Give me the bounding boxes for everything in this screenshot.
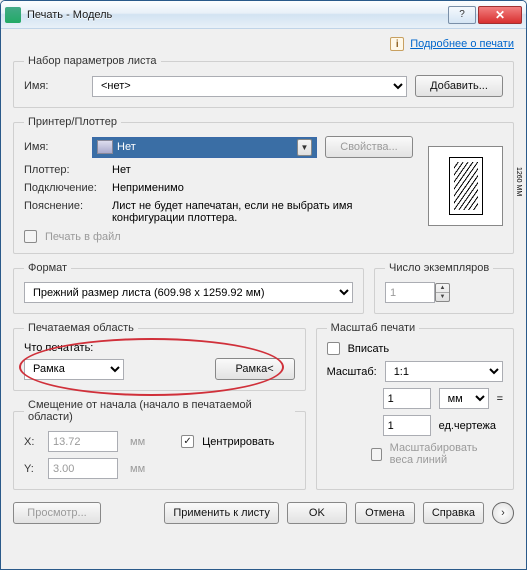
page-setup-name-label: Имя: <box>24 80 84 92</box>
info-icon: i <box>390 37 404 51</box>
window-title: Печать - Модель <box>27 9 448 21</box>
offset-y-unit: мм <box>130 463 145 475</box>
format-legend: Формат <box>24 262 71 274</box>
center-label: Центрировать <box>202 436 274 448</box>
connection-value: Неприменимо <box>112 182 184 194</box>
copies-legend: Число экземпляров <box>385 262 493 274</box>
print-dialog: Печать - Модель ? ✕ i Подробнее о печати… <box>0 0 527 570</box>
print-to-file-checkbox <box>24 230 37 243</box>
expand-button[interactable]: › <box>492 502 514 524</box>
titlebar[interactable]: Печать - Модель ? ✕ <box>1 1 526 29</box>
offset-x-input <box>48 431 118 452</box>
printer-name-label: Имя: <box>24 141 84 153</box>
preview-button: Просмотр... <box>13 502 101 524</box>
explanation-label: Пояснение: <box>24 200 104 212</box>
center-checkbox[interactable] <box>181 435 194 448</box>
offset-x-unit: мм <box>130 436 145 448</box>
scale-lineweights-checkbox <box>371 448 381 461</box>
chevron-right-icon: › <box>501 507 505 519</box>
scale-select[interactable]: 1:1 <box>385 361 503 382</box>
copies-input <box>385 282 435 303</box>
plotter-icon <box>97 140 113 154</box>
app-icon <box>5 7 21 23</box>
format-group: Формат Прежний размер листа (609.98 x 12… <box>13 262 364 314</box>
scale-num-input[interactable] <box>383 388 431 409</box>
print-to-file-label: Печать в файл <box>45 231 121 243</box>
offset-y-input <box>48 458 118 479</box>
help-button-bottom[interactable]: Справка <box>423 502 484 524</box>
scale-label: Масштаб: <box>327 366 377 378</box>
offset-legend: Смещение от начала (начало в печатаемой … <box>24 399 295 423</box>
format-select[interactable]: Прежний размер листа (609.98 x 1259.92 м… <box>24 282 353 303</box>
apply-button[interactable]: Применить к листу <box>164 502 279 524</box>
plotter-value: Нет <box>112 164 131 176</box>
printer-legend: Принтер/Плоттер <box>24 116 121 128</box>
help-button[interactable]: ? <box>448 6 476 24</box>
scale-unit-input[interactable] <box>383 415 431 436</box>
offset-group: Смещение от начала (начало в печатаемой … <box>13 399 306 490</box>
what-print-select[interactable]: Рамка <box>24 359 124 380</box>
copies-spinner: ▲▼ <box>435 283 450 302</box>
printer-group: Принтер/Плоттер 1260 MM Имя: Нет ▼ Свойс… <box>13 116 514 254</box>
close-button[interactable]: ✕ <box>478 6 522 24</box>
scale-legend: Масштаб печати <box>327 322 420 334</box>
scale-unit-select[interactable]: мм <box>439 388 489 409</box>
offset-y-label: Y: <box>24 463 40 475</box>
scale-group: Масштаб печати Вписать Масштаб: 1:1 мм <box>316 322 514 490</box>
window-pick-button[interactable]: Рамка< <box>215 358 295 380</box>
connection-label: Подключение: <box>24 182 104 194</box>
page-setup-name-select[interactable]: <нет> <box>92 76 407 97</box>
learn-more-link[interactable]: Подробнее о печати <box>410 38 514 50</box>
add-button[interactable]: Добавить... <box>415 75 503 97</box>
fit-checkbox[interactable] <box>327 342 340 355</box>
cancel-button[interactable]: Отмена <box>355 502 415 524</box>
fit-label: Вписать <box>348 343 390 355</box>
equals-label: = <box>497 393 503 405</box>
printer-name-select[interactable]: Нет ▼ <box>92 137 317 158</box>
page-setup-group: Набор параметров листа Имя: <нет> Добави… <box>13 55 514 108</box>
what-print-label: Что печатать: <box>24 342 295 354</box>
print-area-legend: Печатаемая область <box>24 322 138 334</box>
scale-lineweights-label: Масштабировать веса линий <box>390 442 503 466</box>
plotter-label: Плоттер: <box>24 164 104 176</box>
print-area-group: Печатаемая область Что печатать: Рамка Р… <box>13 322 306 391</box>
ok-button[interactable]: OK <box>287 502 347 524</box>
page-setup-legend: Набор параметров листа <box>24 55 161 67</box>
explanation-value: Лист не будет напечатан, если не выбрать… <box>112 200 413 224</box>
copies-group: Число экземпляров ▲▼ <box>374 262 514 314</box>
chevron-down-icon: ▼ <box>297 139 312 156</box>
offset-x-label: X: <box>24 436 40 448</box>
paper-preview: 1260 MM <box>428 146 503 226</box>
properties-button: Свойства... <box>325 136 413 158</box>
drawing-units-label: ед.чертежа <box>439 420 496 432</box>
